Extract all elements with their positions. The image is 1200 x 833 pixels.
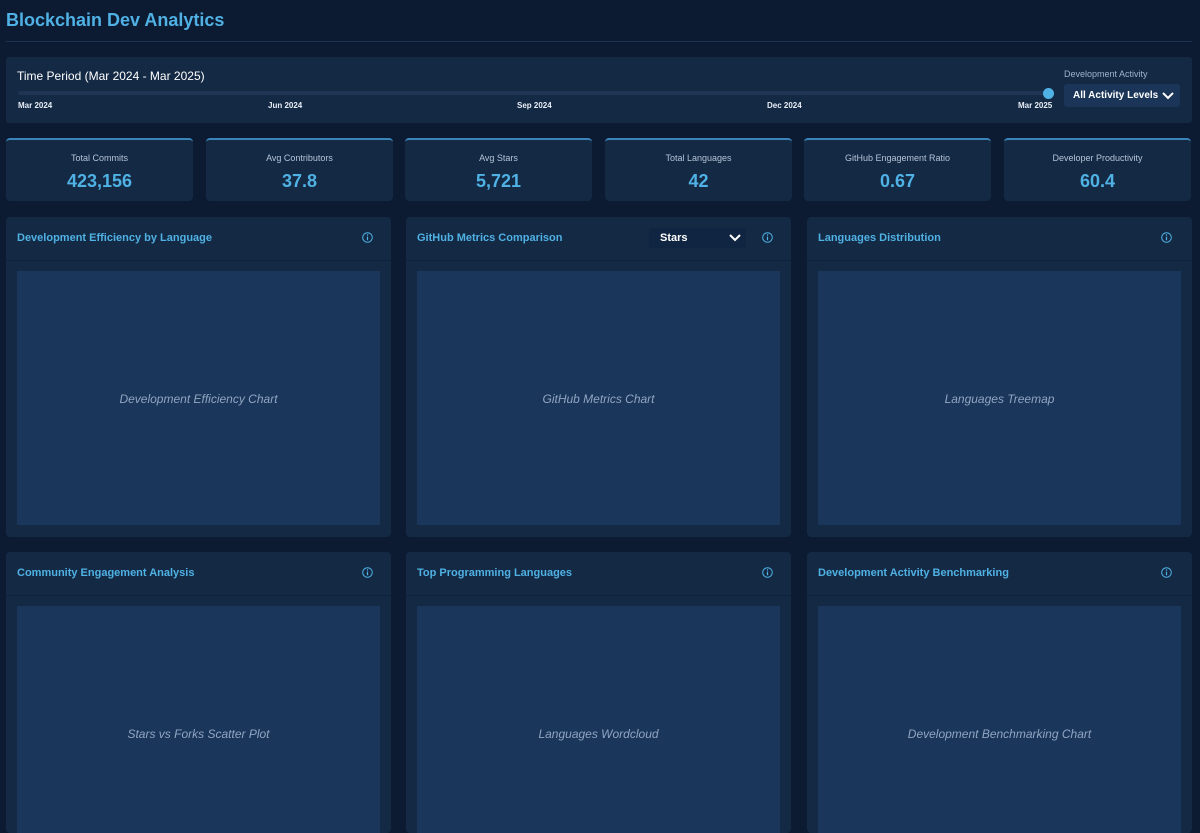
card-header: Development Activity Benchmarking	[807, 552, 1192, 596]
kpi-value: 37.8	[281, 171, 318, 191]
time-period-slider[interactable]	[18, 91, 1054, 95]
kpi-label: Total Commits	[70, 153, 128, 163]
chart-card-top-languages: Top Programming Languages Languages Word…	[406, 552, 791, 833]
kpi-value: 5,721	[475, 171, 522, 191]
placeholder-text: Languages Wordcloud	[538, 727, 659, 741]
chart-placeholder: Languages Treemap	[818, 271, 1181, 525]
kpi-value: 423,156	[66, 171, 133, 191]
chart-card-community-engagement: Community Engagement Analysis Stars vs F…	[6, 552, 391, 833]
metric-select-value: Stars	[660, 232, 688, 244]
page-title: Blockchain Dev Analytics	[6, 10, 225, 30]
metric-select[interactable]: Stars	[649, 228, 746, 248]
chart-card-github-metrics: GitHub Metrics Comparison Stars GitHub M…	[406, 217, 791, 537]
kpi-card: GitHub Engagement Ratio 0.67	[804, 138, 991, 201]
card-header: Top Programming Languages	[406, 552, 791, 596]
chart-placeholder: Languages Wordcloud	[417, 606, 780, 833]
card-header: Community Engagement Analysis	[6, 552, 391, 596]
placeholder-text: Development Efficiency Chart	[119, 392, 278, 406]
kpi-card: Avg Stars 5,721	[405, 138, 592, 201]
kpi-card: Developer Productivity 60.4	[1004, 138, 1191, 201]
title-divider	[6, 41, 1192, 42]
chart-placeholder: Development Benchmarking Chart	[818, 606, 1181, 833]
kpi-card: Avg Contributors 37.8	[206, 138, 393, 201]
activity-filter-label: Development Activity	[1064, 69, 1148, 79]
kpi-label: Avg Contributors	[266, 153, 333, 163]
chart-card-languages-distribution: Languages Distribution Languages Treemap	[807, 217, 1192, 537]
kpi-value: 60.4	[1079, 171, 1116, 191]
slider-handle[interactable]	[1043, 88, 1054, 99]
card-title: Development Activity Benchmarking	[818, 567, 1009, 579]
info-icon[interactable]	[362, 567, 373, 578]
placeholder-text: Languages Treemap	[944, 392, 1055, 406]
card-header: GitHub Metrics Comparison Stars	[406, 217, 791, 261]
chevron-down-icon	[729, 234, 741, 242]
placeholder-text: Development Benchmarking Chart	[907, 727, 1092, 741]
kpi-label: Developer Productivity	[1052, 153, 1143, 163]
slider-tick: Sep 2024	[517, 101, 552, 110]
slider-tick: Mar 2025	[1018, 101, 1053, 110]
kpi-label: Avg Stars	[479, 153, 518, 163]
info-icon[interactable]	[762, 232, 773, 243]
chart-card-dev-efficiency: Development Efficiency by Language Devel…	[6, 217, 391, 537]
kpi-label: GitHub Engagement Ratio	[844, 153, 951, 163]
card-header: Languages Distribution	[807, 217, 1192, 261]
card-title: Top Programming Languages	[417, 567, 573, 579]
chart-placeholder: GitHub Metrics Chart	[417, 271, 780, 525]
card-title: Development Efficiency by Language	[17, 232, 212, 244]
activity-select[interactable]: All Activity Levels	[1064, 84, 1180, 107]
slider-tick: Jun 2024	[268, 101, 303, 110]
info-icon[interactable]	[1161, 232, 1172, 243]
activity-select-value: All Activity Levels	[1073, 90, 1159, 101]
placeholder-text: Stars vs Forks Scatter Plot	[127, 727, 270, 741]
card-header: Development Efficiency by Language	[6, 217, 391, 261]
info-icon[interactable]	[1161, 567, 1172, 578]
card-title: Community Engagement Analysis	[17, 567, 195, 579]
kpi-card: Total Languages 42	[605, 138, 792, 201]
chart-placeholder: Stars vs Forks Scatter Plot	[17, 606, 380, 833]
placeholder-text: GitHub Metrics Chart	[542, 392, 655, 406]
slider-tick: Dec 2024	[767, 101, 802, 110]
time-period-label: Time Period (Mar 2024 - Mar 2025)	[17, 69, 205, 83]
card-title: Languages Distribution	[818, 232, 941, 244]
filter-panel: Time Period (Mar 2024 - Mar 2025) Mar 20…	[6, 57, 1192, 123]
chevron-down-icon	[1162, 92, 1174, 100]
kpi-label: Total Languages	[665, 153, 732, 163]
chart-placeholder: Development Efficiency Chart	[17, 271, 380, 525]
slider-tick: Mar 2024	[18, 101, 53, 110]
kpi-value: 0.67	[879, 171, 916, 191]
chart-card-dev-benchmarking: Development Activity Benchmarking Develo…	[807, 552, 1192, 833]
card-title: GitHub Metrics Comparison	[417, 232, 563, 244]
info-icon[interactable]	[362, 232, 373, 243]
kpi-card: Total Commits 423,156	[6, 138, 193, 201]
kpi-value: 42	[688, 171, 709, 191]
info-icon[interactable]	[762, 567, 773, 578]
